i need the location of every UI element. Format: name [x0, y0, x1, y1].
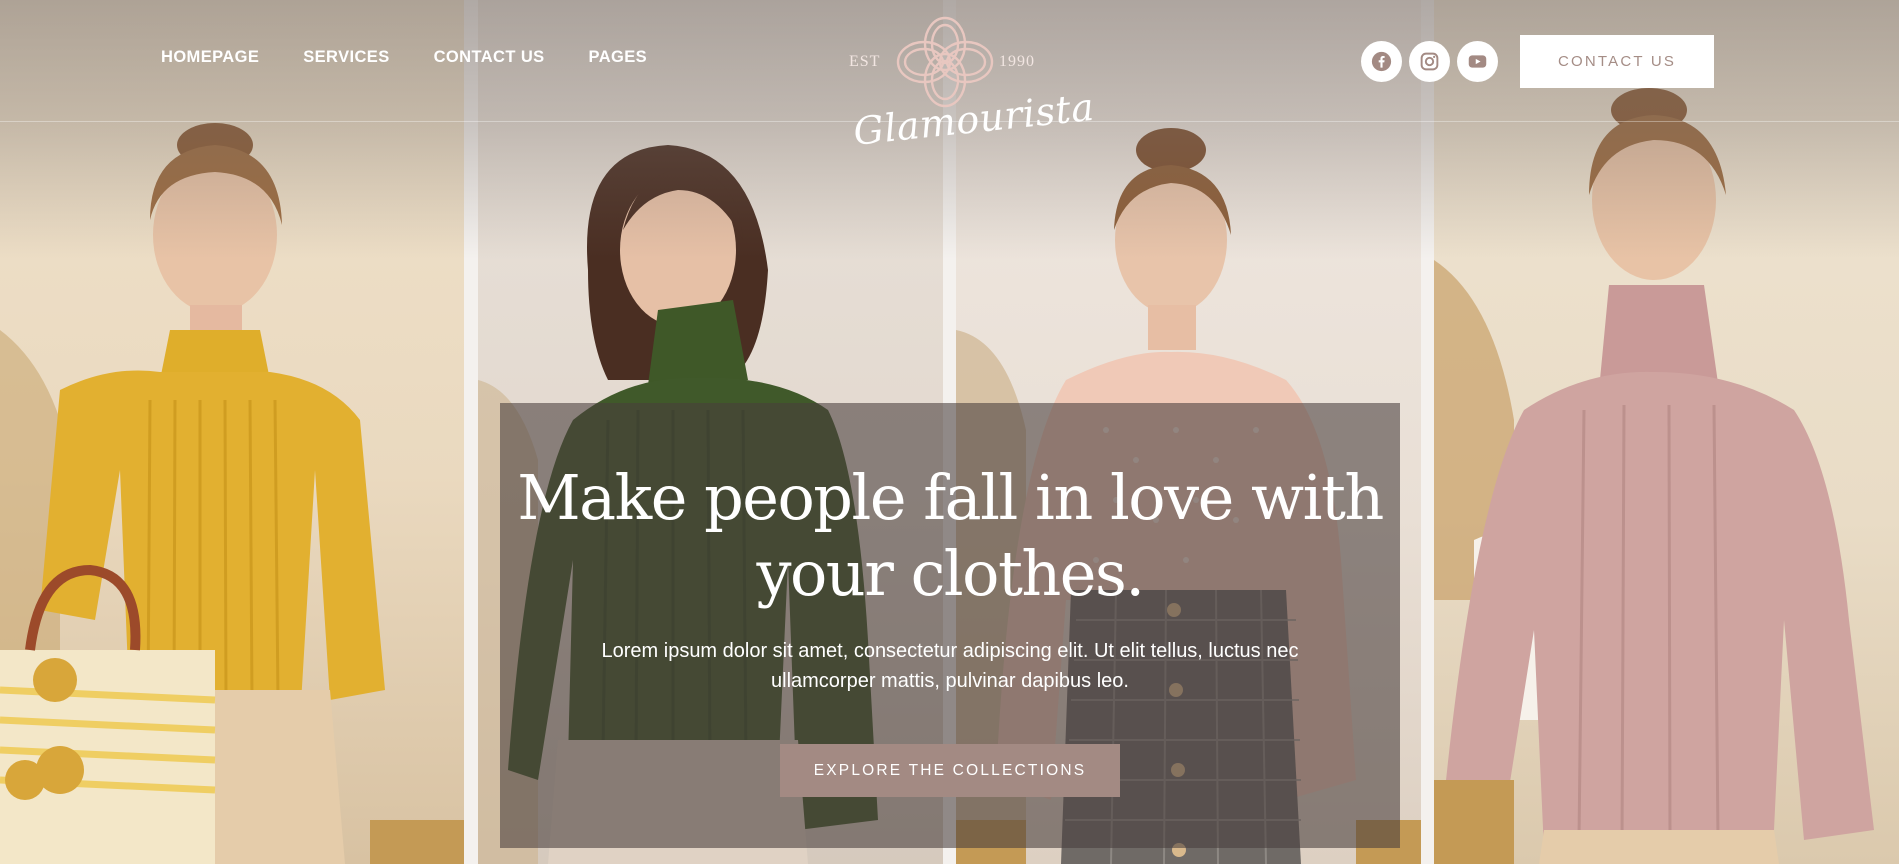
page: HOMEPAGE SERVICES CONTACT US PAGES EST 1…	[0, 0, 1899, 864]
logo-wordmark: Glamourista	[851, 84, 1097, 154]
brand-logo[interactable]: EST 1990 Glamourista	[845, 8, 1097, 168]
panel-divider	[464, 0, 478, 864]
nav-services[interactable]: SERVICES	[303, 48, 389, 67]
hero-title-line-1: Make people fall in love with	[517, 461, 1384, 534]
photo-pink-sweater	[1434, 0, 1899, 864]
facebook-link[interactable]	[1361, 41, 1402, 82]
facebook-icon	[1371, 51, 1392, 72]
nav-contact-us[interactable]: CONTACT US	[434, 48, 545, 67]
photo-yellow-sweater	[0, 0, 464, 864]
hero-panel: Make people fall in love with your cloth…	[500, 403, 1400, 848]
instagram-icon	[1420, 52, 1439, 71]
main-nav: HOMEPAGE SERVICES CONTACT US PAGES	[161, 48, 647, 67]
hero-title-line-2: your clothes.	[756, 537, 1145, 610]
hero-title: Make people fall in love with your cloth…	[500, 460, 1400, 612]
youtube-icon	[1468, 55, 1487, 68]
logo-year-label: 1990	[999, 53, 1035, 70]
youtube-link[interactable]	[1457, 41, 1498, 82]
nav-pages[interactable]: PAGES	[589, 48, 648, 67]
panel-divider	[1421, 0, 1434, 864]
social-links	[1361, 41, 1498, 82]
hero-description: Lorem ipsum dolor sit amet, consectetur …	[560, 636, 1340, 696]
contact-us-button[interactable]: CONTACT US	[1520, 35, 1714, 88]
logo-est-label: EST	[849, 53, 881, 70]
hero-description-line-2: ullamcorper mattis, pulvinar dapibus leo…	[771, 670, 1129, 692]
instagram-link[interactable]	[1409, 41, 1450, 82]
nav-homepage[interactable]: HOMEPAGE	[161, 48, 259, 67]
explore-collections-button[interactable]: EXPLORE THE COLLECTIONS	[780, 744, 1120, 797]
hero-description-line-1: Lorem ipsum dolor sit amet, consectetur …	[601, 640, 1299, 662]
